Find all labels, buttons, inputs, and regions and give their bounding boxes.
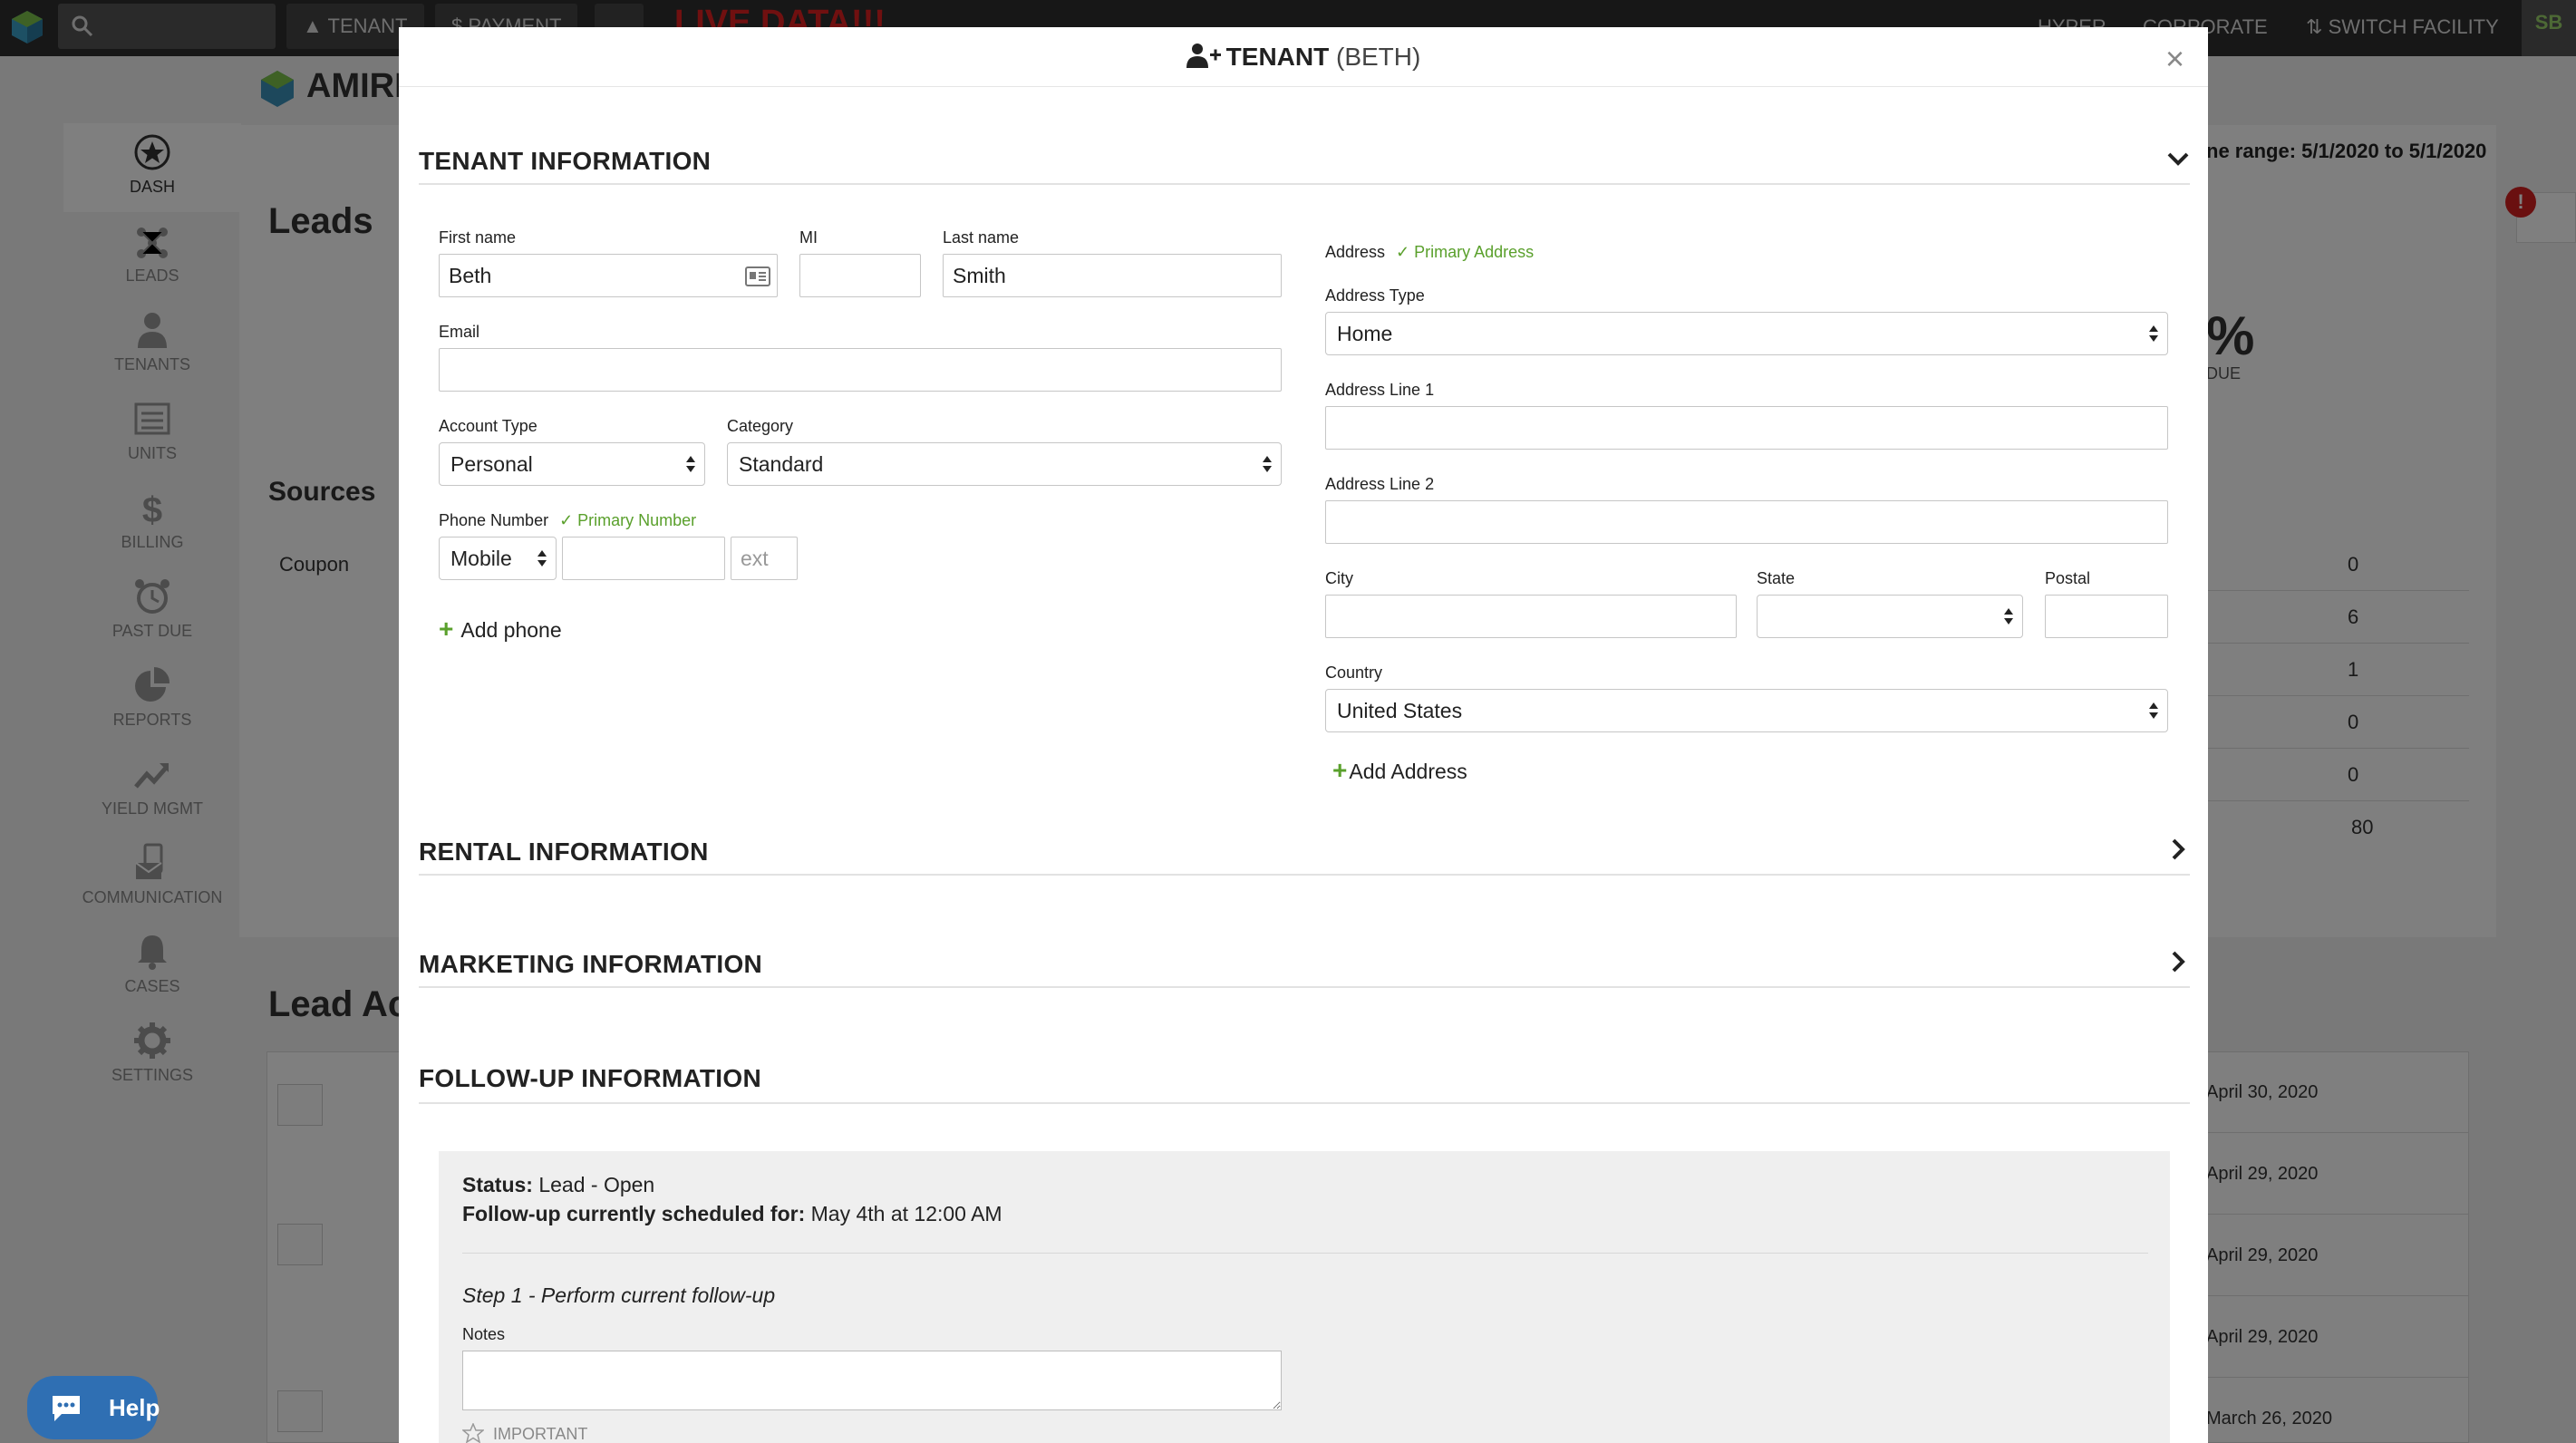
account-type-select[interactable]: Personal [439,442,705,486]
country-value: United States [1337,699,1463,722]
followup-scheduled: Follow-up currently scheduled for: May 4… [462,1202,1002,1226]
scheduled-value: May 4th at 12:00 AM [810,1202,1002,1225]
followup-status: Status: Lead - Open [462,1173,654,1197]
country-label: Country [1325,663,1383,682]
chevron-down-icon [2167,152,2189,166]
followup-info-header[interactable]: FOLLOW-UP INFORMATION [419,1057,2190,1102]
state-label: State [1757,569,1796,587]
phone-label-text: Phone Number [439,511,549,529]
status-label: Status: [462,1173,533,1196]
address-label-text: Address [1325,243,1386,261]
marketing-info-header[interactable]: MARKETING INFORMATION [419,943,2190,988]
first-name-label: First name [439,228,517,247]
add-phone-label: Add phone [460,618,562,642]
scheduled-label: Follow-up currently scheduled for: [462,1202,806,1225]
section-title: MARKETING INFORMATION [419,950,763,978]
add-address-link[interactable]: +Add Address [1332,756,1467,785]
add-address-label: Add Address [1349,760,1467,783]
section-divider [419,1102,2190,1104]
followup-separator [462,1253,2148,1254]
add-phone-link[interactable]: + Add phone [439,615,562,644]
status-value: Lead - Open [538,1173,655,1196]
tenant-modal: TENANT (BETH) × TENANT INFORMATION First… [399,27,2208,1443]
category-value: Standard [739,452,824,476]
address-line-2-field[interactable] [1325,500,2168,544]
id-card-icon[interactable] [745,266,770,286]
category-label: Category [727,417,794,435]
followup-step: Step 1 - Perform current follow-up [462,1283,776,1307]
star-outline-icon [462,1423,484,1443]
city-label: City [1325,569,1353,587]
postal-label: Postal [2045,569,2091,587]
section-title: TENANT INFORMATION [419,147,712,175]
email-field[interactable] [439,348,1282,392]
rental-info-header[interactable]: RENTAL INFORMATION [419,830,2190,876]
modal-title-text: TENANT [1225,43,1330,71]
address-type-label: Address Type [1325,286,1425,305]
primary-address-badge[interactable]: ✓ Primary Address [1396,243,1534,261]
address-label: Address ✓ Primary Address [1325,243,1534,262]
section-title: FOLLOW-UP INFORMATION [419,1064,761,1092]
modal-subtitle: (BETH) [1336,43,1421,71]
select-arrows-icon [1263,456,1272,472]
tenant-info-header[interactable]: TENANT INFORMATION [419,140,2190,185]
address-line-2-label: Address Line 2 [1325,475,1435,493]
help-button[interactable]: Help [27,1376,160,1439]
select-arrows-icon [537,550,547,567]
account-type-label: Account Type [439,417,537,435]
modal-header: TENANT (BETH) × [399,27,2208,87]
select-arrows-icon [686,456,695,472]
plus-icon: + [1332,756,1348,784]
first-name-field[interactable] [439,254,778,297]
last-name-field[interactable] [943,254,1282,297]
select-arrows-icon [2149,325,2158,342]
modal-title: TENANT (BETH) [399,27,2208,87]
last-name-label: Last name [943,228,1020,247]
mi-field[interactable] [799,254,921,297]
notes-textarea[interactable] [462,1351,1282,1410]
followup-box: Status: Lead - Open Follow-up currently … [439,1151,2170,1443]
email-label: Email [439,323,480,341]
mi-label: MI [799,228,818,247]
postal-field[interactable] [2045,595,2168,638]
plus-icon: + [439,615,454,643]
phone-type-select[interactable]: Mobile [439,537,557,580]
add-user-icon [1186,44,1221,68]
phone-number-label: Phone Number ✓ Primary Number [439,511,696,530]
category-select[interactable]: Standard [727,442,1282,486]
important-label: IMPORTANT [493,1425,588,1443]
chevron-right-icon [2172,951,2185,973]
country-select[interactable]: United States [1325,689,2168,732]
section-title: RENTAL INFORMATION [419,838,709,866]
select-arrows-icon [2004,608,2013,625]
important-toggle[interactable]: IMPORTANT [462,1423,587,1443]
city-field[interactable] [1325,595,1737,638]
address-line-1-label: Address Line 1 [1325,381,1435,399]
primary-number-badge[interactable]: ✓ Primary Number [559,511,696,529]
account-type-value: Personal [450,452,533,476]
close-button[interactable]: × [2165,40,2184,78]
address-type-value: Home [1337,322,1393,345]
state-select[interactable] [1757,595,2023,638]
chat-bubble-icon [53,1396,80,1421]
chevron-right-icon [2172,838,2185,860]
address-type-select[interactable]: Home [1325,312,2168,355]
phone-field[interactable] [562,537,725,580]
phone-ext-field[interactable] [731,537,798,580]
phone-type-value: Mobile [450,547,512,570]
help-label: Help [109,1394,160,1421]
select-arrows-icon [2149,702,2158,719]
address-line-1-field[interactable] [1325,406,2168,450]
notes-label: Notes [462,1325,506,1343]
